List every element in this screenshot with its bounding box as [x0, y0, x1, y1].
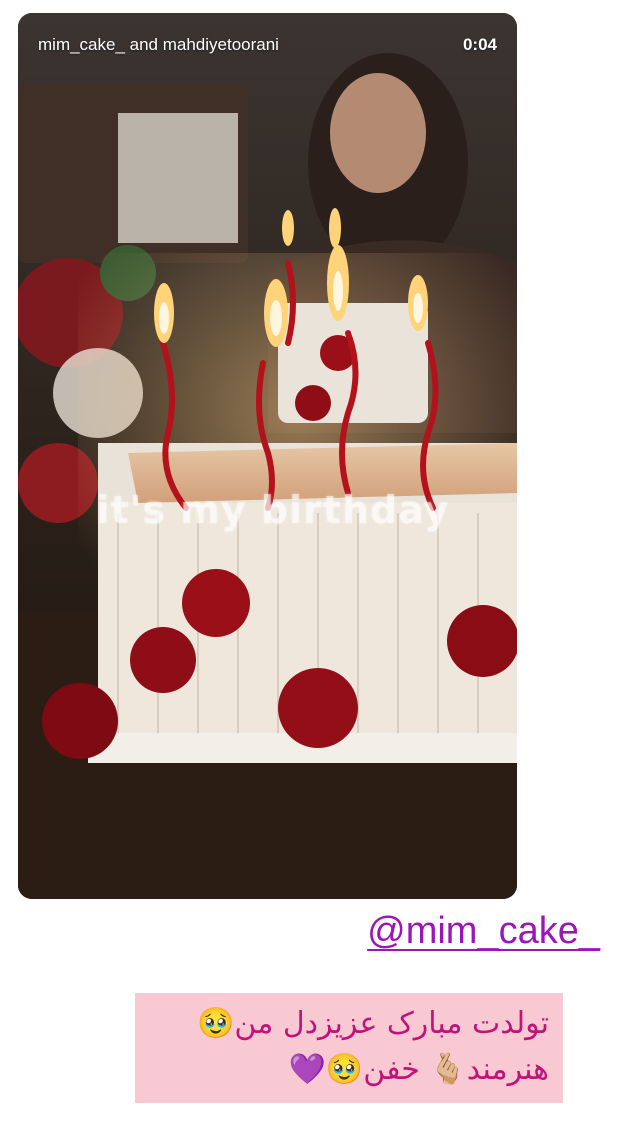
- birthday-message: تولدت مبارک عزیزدل من🥹 هنرمند🫰🏼 خفن🥹💜: [135, 993, 563, 1103]
- mention-link[interactable]: @mim_cake_: [367, 910, 600, 953]
- story-header: mim_cake_ and mahdiyetoorani 0:04: [18, 13, 517, 77]
- story-overlay-text: it's my birthday: [96, 488, 450, 532]
- message-line-2: هنرمند🫰🏼 خفن🥹💜: [288, 1052, 549, 1087]
- story-timestamp: 0:04: [462, 35, 497, 54]
- message-line-1: تولدت مبارک عزیزدل من🥹: [197, 1006, 549, 1041]
- birthday-cake-photo: [18, 13, 517, 899]
- story-account-names[interactable]: mim_cake_ and mahdiyetoorani: [38, 35, 279, 55]
- story-video[interactable]: mim_cake_ and mahdiyetoorani 0:04 it's m…: [18, 13, 517, 899]
